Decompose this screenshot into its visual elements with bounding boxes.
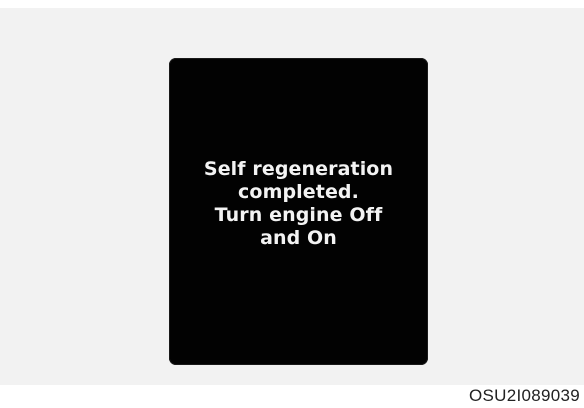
message-line-2: completed. (238, 181, 359, 203)
figure: Self regeneration completed. Turn engine… (0, 0, 584, 408)
message-line-1: Self regeneration (203, 158, 394, 180)
figure-code: OSU2I089039 (468, 386, 580, 405)
message-line-4: and On (260, 227, 337, 249)
warning-message: Self regeneration completed. Turn engine… (169, 158, 428, 250)
message-line-3: Turn engine Off (214, 204, 383, 226)
cluster-display-screen: Self regeneration completed. Turn engine… (169, 58, 428, 365)
